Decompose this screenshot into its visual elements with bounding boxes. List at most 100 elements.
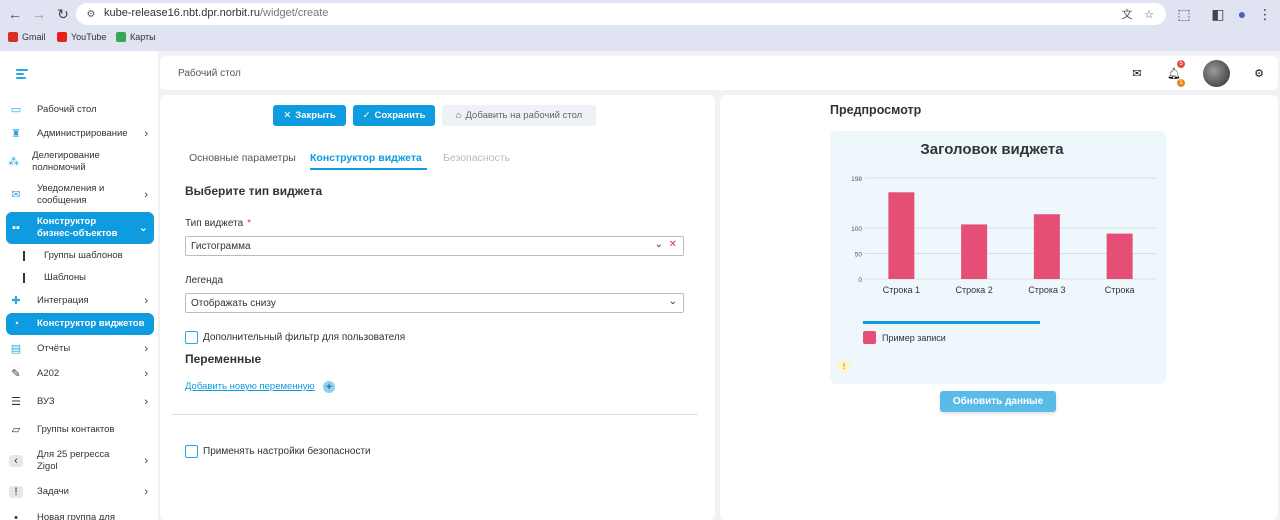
bookmark-youtube[interactable]: YouTube — [57, 32, 106, 42]
tab-widget-constructor[interactable]: Конструктор виджета — [310, 152, 422, 164]
y-tick-label: 198 — [851, 176, 862, 183]
dot-icon: • — [14, 512, 18, 520]
add-variable-link[interactable]: Добавить новую переменную — [185, 381, 315, 392]
sidebar-item-notifications[interactable]: ✉ Уведомления и сообщения › — [6, 182, 154, 208]
sidebar-item-contact-groups[interactable]: ▱ Группы контактов — [6, 423, 154, 437]
breadcrumb[interactable]: Рабочий стол — [178, 68, 241, 79]
chevron-right-icon: › — [144, 128, 148, 140]
chevron-down-icon[interactable]: ⌄ — [669, 296, 677, 307]
mail-icon[interactable]: ✉ — [1130, 66, 1144, 80]
x-tick-label: Строка 1 — [883, 285, 920, 295]
widget-type-select[interactable]: Гистограмма ⌄ ✕ — [185, 236, 684, 256]
mail-icon: ✉ — [11, 189, 21, 201]
sidebar-item-a202[interactable]: ✎ А202 › — [6, 367, 154, 381]
check-icon: ✓ — [362, 110, 371, 121]
pencil-icon: ✎ — [11, 368, 21, 380]
list-icon: ☰ — [11, 396, 21, 408]
bookmark-star-icon[interactable]: ☆ — [1142, 7, 1156, 21]
side-panel-icon[interactable]: ◧ — [1209, 5, 1227, 23]
legend-swatch — [863, 331, 876, 344]
sidebar-item-tasks[interactable]: ! Задачи › — [6, 485, 154, 499]
bookmarks-bar: Gmail YouTube Карты — [0, 30, 1280, 48]
sidebar-item-business-constructor[interactable]: ▪▪ Конструктор бизнес-объектов ⌄ — [6, 212, 154, 244]
legend-scrollbar[interactable] — [863, 321, 1040, 324]
chevron-right-icon: › — [144, 343, 148, 355]
maps-icon — [116, 32, 126, 42]
extra-filter-checkbox[interactable] — [185, 331, 198, 344]
translate-icon[interactable]: 文 — [1120, 7, 1134, 21]
legend-label: Пример записи — [882, 332, 946, 343]
bell-icon[interactable]: 🔔︎ — [1167, 66, 1181, 80]
profile-icon[interactable]: ● — [1233, 5, 1251, 23]
preview-panel: Предпросмотр Заголовок виджета 0 50 100 198… — [720, 95, 1278, 520]
tasks-badge: 1 — [1177, 79, 1185, 87]
widget-preview-card: Заголовок виджета 0 50 100 198 Строка 1 Строк… — [830, 131, 1166, 384]
back-icon[interactable]: ← — [6, 5, 24, 23]
extensions-icon[interactable]: ⬚ — [1175, 5, 1193, 23]
address-bar[interactable]: ⚙ kube-release16.nbt.dpr.norbit.ru/widge… — [76, 3, 1166, 25]
chevron-right-icon: › — [144, 486, 148, 498]
close-button[interactable]: ✕ Закрыть — [273, 105, 346, 126]
bar-chart: 0 50 100 198 Строка 1 Строка 2 Строка 3 Строка — [851, 176, 1156, 295]
chevron-right-icon: › — [144, 295, 148, 307]
menu-toggle-icon[interactable] — [16, 69, 28, 79]
extra-filter-option[interactable]: Дополнительный фильтр для пользователя — [185, 331, 405, 344]
reload-icon[interactable]: ↻ — [54, 5, 72, 23]
folder-icon: ▱ — [11, 424, 21, 436]
avatar[interactable] — [1203, 60, 1230, 87]
sidebar-item-desktop[interactable]: ▭ Рабочий стол — [6, 103, 154, 117]
notifications-badge: 5 — [1177, 60, 1185, 68]
chart-legend: Пример записи — [863, 331, 946, 344]
security-settings-checkbox[interactable] — [185, 445, 198, 458]
app-topbar: Рабочий стол ✉ 🔔︎ 5 1 ⚙ — [160, 56, 1278, 90]
constructor-icon: ▪▪ — [12, 222, 20, 234]
chevron-right-icon: › — [144, 455, 148, 467]
sidebar: ▭ Рабочий стол ♜ Администрирование › ⁂ Д… — [0, 51, 158, 520]
close-icon: ✕ — [283, 110, 292, 121]
chart-bar — [1106, 233, 1133, 279]
chevron-down-icon[interactable]: ⌄ — [655, 239, 663, 250]
sidebar-subitem-templates[interactable]: Шаблоны — [23, 272, 86, 283]
gear-icon[interactable]: ⚙ — [1252, 66, 1266, 80]
sidebar-item-reports[interactable]: ▤ Отчёты › — [6, 342, 154, 356]
save-button[interactable]: ✓ Сохранить — [353, 105, 435, 126]
active-tab-indicator — [310, 168, 427, 170]
browser-toolbar: ← → ↻ ⚙ kube-release16.nbt.dpr.norbit.ru… — [0, 0, 1280, 28]
add-variable-plus-icon[interactable]: + — [323, 381, 335, 393]
sidebar-subitem-template-groups[interactable]: Группы шаблонов — [23, 250, 123, 261]
chart-title: Заголовок виджета — [920, 141, 1064, 158]
variables-title: Переменные — [185, 352, 262, 366]
bookmark-maps[interactable]: Карты — [116, 32, 156, 42]
forward-icon[interactable]: → — [30, 5, 48, 23]
sidebar-item-administration[interactable]: ♜ Администрирование › — [6, 127, 154, 141]
sidebar-item-integration[interactable]: ✚ Интеграция › — [6, 294, 154, 308]
sidebar-item-regress-25[interactable]: ‹ Для 25 регресса Zigol › — [6, 448, 154, 474]
exclamation-icon: ! — [9, 486, 23, 498]
chevron-left-icon: ‹ — [9, 455, 23, 467]
warning-icon[interactable]: ! — [838, 360, 850, 372]
site-settings-icon[interactable]: ⚙ — [84, 7, 98, 21]
tab-security[interactable]: Безопасность — [443, 152, 510, 164]
sidebar-item-widget-constructor[interactable]: ◔ Конструктор виджетов — [6, 313, 154, 335]
chart-bar — [1033, 214, 1060, 279]
security-settings-option[interactable]: Применять настройки безопасности — [185, 445, 371, 458]
bookmark-gmail[interactable]: Gmail — [8, 32, 46, 42]
widget-settings-panel: ✕ Закрыть ✓ Сохранить ⌂ Добавить на рабо… — [160, 95, 715, 520]
preview-title: Предпросмотр — [830, 103, 922, 117]
legend-select[interactable]: Отображать снизу ⌄ — [185, 293, 684, 313]
clear-icon[interactable]: ✕ — [669, 239, 677, 250]
browser-chrome: ← → ↻ ⚙ kube-release16.nbt.dpr.norbit.ru… — [0, 0, 1280, 51]
tab-general[interactable]: Основные параметры — [189, 152, 296, 164]
add-to-desktop-button[interactable]: ⌂ Добавить на рабочий стол — [442, 105, 596, 126]
x-tick-label: Строка — [1105, 285, 1135, 295]
sidebar-item-new-group[interactable]: • Новая группа для — [6, 511, 154, 520]
browser-menu-icon[interactable]: ⋮ — [1256, 5, 1274, 23]
refresh-data-button[interactable]: Обновить данные — [940, 391, 1056, 412]
puzzle-icon: ✚ — [11, 295, 21, 307]
url-text[interactable]: kube-release16.nbt.dpr.norbit.ru/widget/… — [104, 7, 328, 19]
sidebar-item-delegation[interactable]: ⁂ Делегирование полномочий — [6, 149, 126, 175]
sidebar-item-vuz[interactable]: ☰ ВУЗ › — [6, 395, 154, 409]
type-field-label: Тип виджета * — [185, 218, 252, 229]
home-icon: ⌂ — [455, 110, 462, 121]
chevron-right-icon: › — [144, 189, 148, 201]
